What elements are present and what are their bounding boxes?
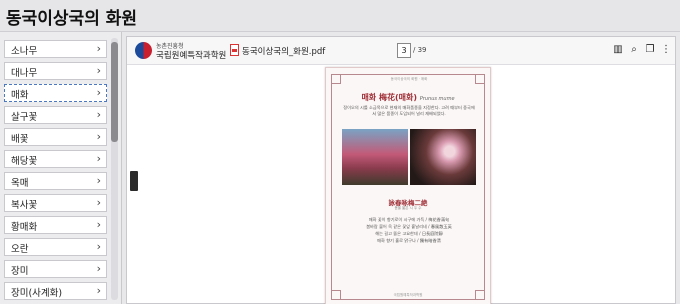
page-header: 동국이상국의 화원 · 매화: [390, 77, 428, 81]
sidebar-item-label: 장미: [11, 266, 29, 277]
search-icon[interactable]: ⌕: [629, 44, 639, 55]
chevron-right-icon: ›: [96, 130, 101, 143]
sidebar-item-label: 황매화: [11, 222, 38, 233]
sidebar-item[interactable]: 장미(사계화) ›: [4, 282, 107, 300]
document-page: 동국이상국의 화원 · 매화 매화 梅花(매화) Prunus mume 정이오…: [325, 67, 491, 304]
thumbnails-icon[interactable]: ▥: [613, 44, 623, 55]
sidebar-item[interactable]: 대나무 ›: [4, 62, 107, 80]
sidebar-item-label: 살구꽃: [11, 112, 38, 123]
sidebar-item[interactable]: 소나무 ›: [4, 40, 107, 58]
sidebar-item-label: 매화: [11, 90, 29, 101]
sidebar-item-label: 배꽃: [11, 134, 29, 145]
sidebar-item-label: 옥매: [11, 178, 29, 189]
pdf-viewer: 농촌진흥청 국립원예특작과학원 동국이상국의_화원.pdf 3 / 39 ▥ ⌕…: [126, 36, 676, 304]
poem-line: 해는 길고 뜰은 고요한데 / 日長庭院靜: [375, 231, 443, 236]
plum-tree-photo: [342, 129, 408, 185]
sidebar-item-label: 해당꽃: [11, 156, 38, 167]
sidebar-item-label: 장미(사계화): [11, 288, 63, 299]
sidebar-item[interactable]: 배꽃 ›: [4, 128, 107, 146]
plum-blossom-photo: [410, 129, 476, 185]
page-number-input[interactable]: 3: [397, 43, 411, 58]
page-border: 동국이상국의 화원 · 매화 매화 梅花(매화) Prunus mume 정이오…: [331, 74, 485, 300]
intro-text: 정이오의 시를 소금목으로 현재의 매화품종을 지정한다. 고려 때부터 중국에…: [343, 105, 475, 116]
more-icon[interactable]: ⋮: [661, 44, 671, 55]
window-title: 동국이상국의 화원: [6, 9, 138, 29]
corner-ornament: [331, 74, 341, 84]
chevron-right-icon: ›: [96, 174, 101, 187]
chevron-right-icon: ›: [96, 42, 101, 55]
sidebar-scrollbar[interactable]: [111, 38, 118, 300]
sidebar-item[interactable]: 장미 ›: [4, 260, 107, 278]
sidebar-item[interactable]: 살구꽃 ›: [4, 106, 107, 124]
pdf-file-icon: [230, 44, 239, 56]
sidebar-item-label: 소나무: [11, 46, 38, 57]
government-logo-icon: [135, 42, 152, 59]
page-footer: 국립원예특작과학원: [393, 293, 423, 297]
sidebar-scroll-thumb[interactable]: [111, 42, 118, 142]
sidebar-item[interactable]: 황매화 ›: [4, 216, 107, 234]
poem-line: 매화 향기 홀로 맑구나 / 獨有暗香淸: [377, 238, 441, 243]
sidebar-item[interactable]: 매화 ›: [4, 84, 107, 102]
sidebar-item-label: 오란: [11, 244, 29, 255]
corner-ornament: [475, 74, 485, 84]
chevron-right-icon: ›: [96, 152, 101, 165]
file-name: 동국이상국의_화원.pdf: [242, 47, 326, 57]
chevron-right-icon: ›: [96, 284, 101, 297]
chevron-right-icon: ›: [96, 196, 101, 209]
chevron-right-icon: ›: [96, 240, 101, 253]
sidebar-item[interactable]: 옥매 ›: [4, 172, 107, 190]
sidebar-item[interactable]: 해당꽃 ›: [4, 150, 107, 168]
page-total: / 39: [413, 46, 427, 54]
copy-icon[interactable]: ❐: [645, 44, 655, 55]
sidebar-item[interactable]: 오란 ›: [4, 238, 107, 256]
poem-subtitle: 봄을 읊은 시 두 수: [394, 206, 422, 210]
org-name: 국립원예특작과학원: [156, 51, 227, 61]
chevron-right-icon: ›: [96, 86, 101, 99]
sidebar: 소나무 › 대나무 › 매화 › 살구꽃 › 배꽃 › 해당꽃 › 옥매 › 복사꽃 › 황매화 › 오란 › 장미 › 장…: [0, 32, 122, 304]
title-bar: 동국이상국의 화원: [0, 0, 680, 32]
sidebar-item-label: 복사꽃: [11, 200, 38, 211]
chevron-right-icon: ›: [96, 218, 101, 231]
chevron-right-icon: ›: [96, 108, 101, 121]
poem-line: 봄바람 불어 옥 같은 꽃잎 흩날리네 / 春風散玉英: [366, 224, 452, 229]
panel-toggle-handle[interactable]: [130, 171, 138, 191]
chevron-right-icon: ›: [96, 262, 101, 275]
sidebar-item-label: 대나무: [11, 68, 38, 79]
page-title: 매화 梅花(매화) Prunus mume: [361, 93, 455, 102]
chevron-right-icon: ›: [96, 64, 101, 77]
sidebar-item[interactable]: 복사꽃 ›: [4, 194, 107, 212]
viewer-toolbar: 농촌진흥청 국립원예특작과학원 동국이상국의_화원.pdf 3 / 39 ▥ ⌕…: [127, 37, 675, 65]
poem-line: 매화 꽃이 향기로이 시구에 가득 / 梅花香滿句: [368, 217, 450, 222]
